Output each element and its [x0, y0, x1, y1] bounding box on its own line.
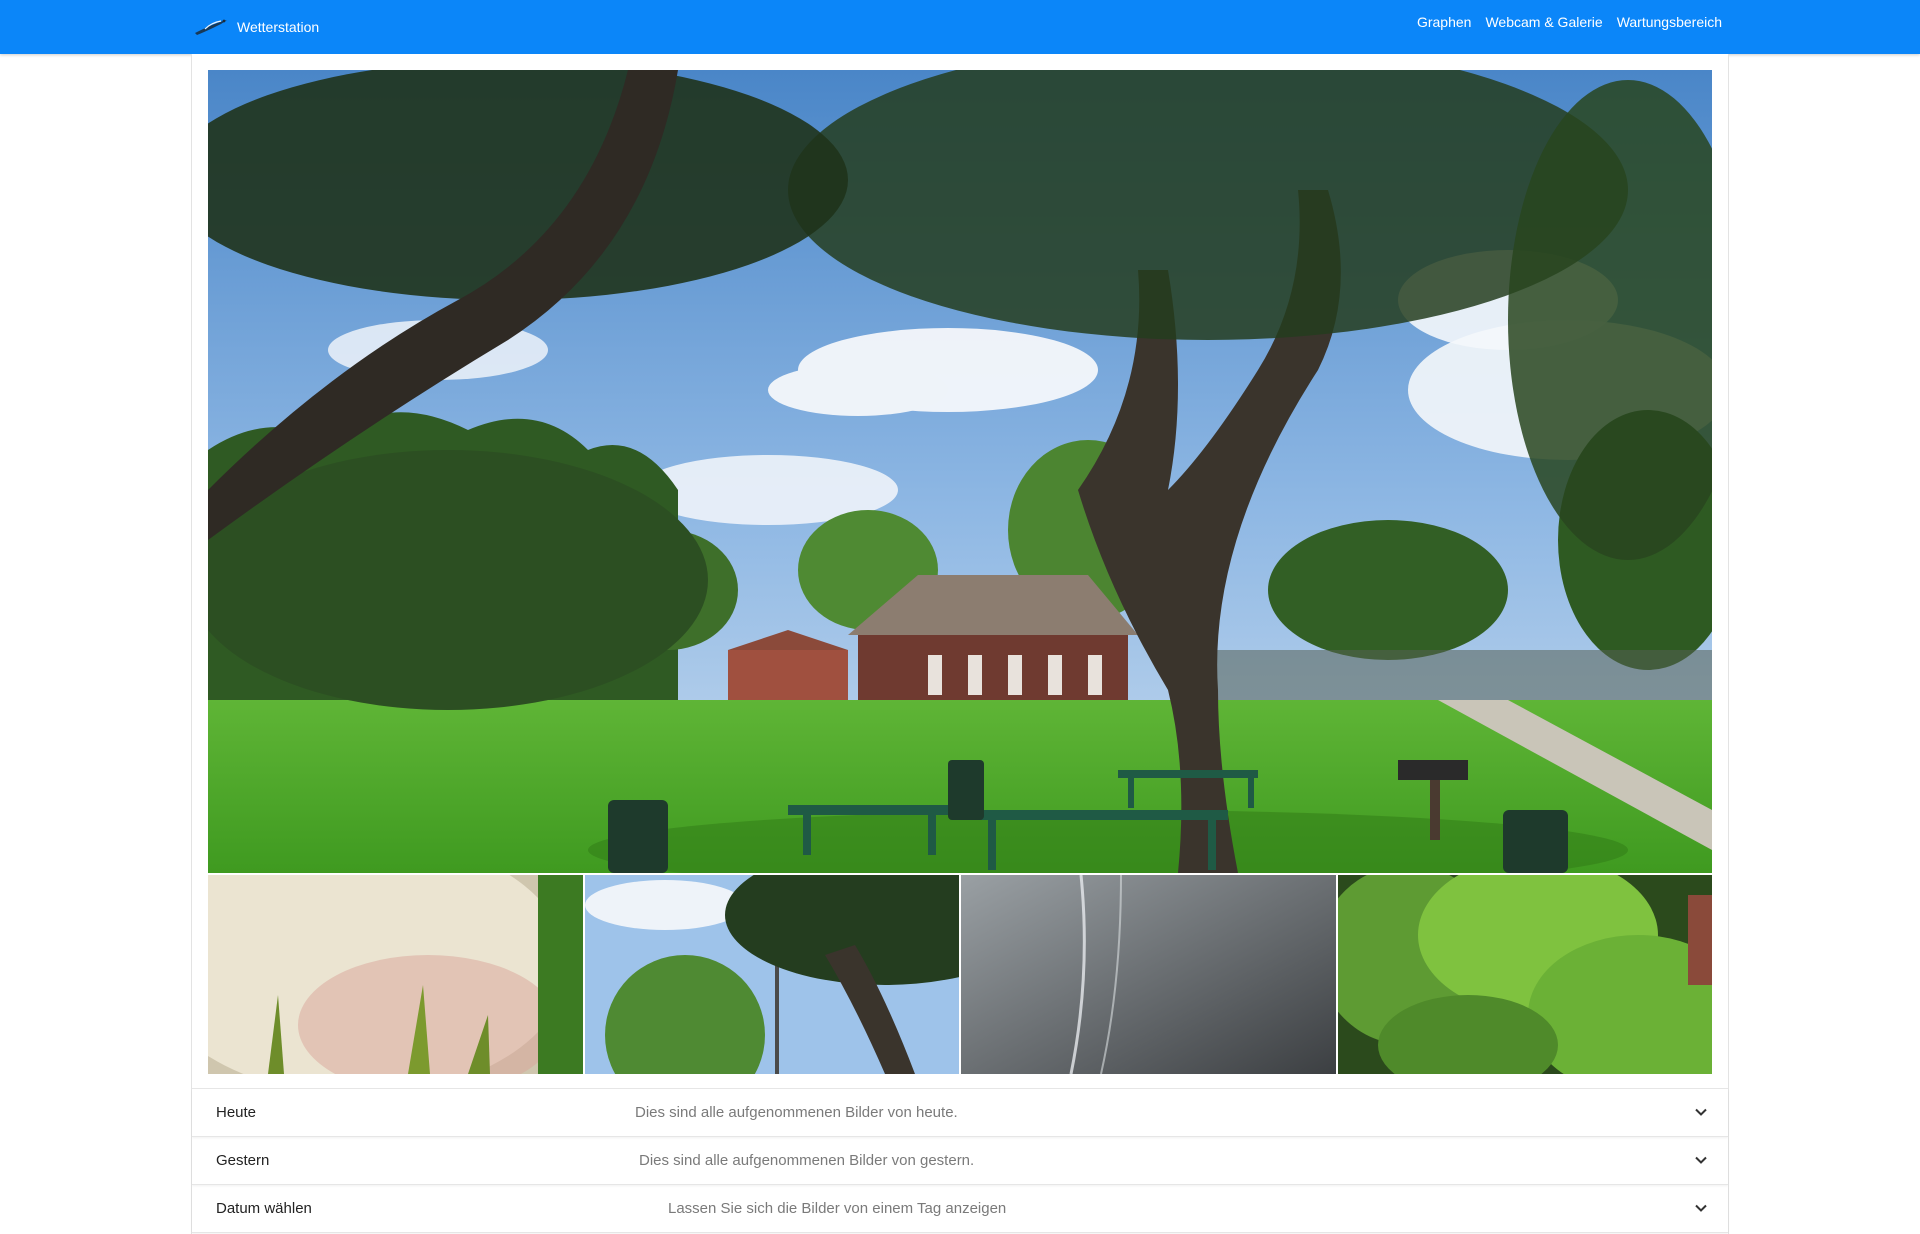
accordion-title: Gestern	[216, 1152, 270, 1169]
thumbnail-4[interactable]	[1337, 875, 1712, 1074]
accordion-row-gestern[interactable]: Gestern Dies sind alle aufgenommenen Bil…	[192, 1137, 1728, 1185]
brand-link[interactable]: Wetterstation	[193, 14, 319, 40]
chevron-down-icon[interactable]	[1694, 1105, 1708, 1119]
park-scene-illustration	[208, 70, 1712, 873]
nav-links: Graphen Webcam & Galerie Wartungsbereich	[1417, 14, 1722, 30]
accordion-description: Lassen Sie sich die Bilder von einem Tag…	[668, 1200, 1007, 1217]
accordion-row-heute[interactable]: Heute Dies sind alle aufgenommenen Bilde…	[192, 1089, 1728, 1137]
chevron-down-icon[interactable]	[1694, 1201, 1708, 1215]
bird-logo-icon	[195, 19, 227, 35]
nav-link-wartungsbereich[interactable]: Wartungsbereich	[1617, 14, 1722, 30]
accordion-description: Dies sind alle aufgenommenen Bilder von …	[639, 1152, 975, 1169]
foliage-illustration	[1337, 875, 1712, 1074]
accordion-title: Datum wählen	[216, 1200, 312, 1217]
main-webcam-image[interactable]	[208, 70, 1712, 873]
thumbnail-3[interactable]	[961, 875, 1336, 1074]
tree-sky-illustration	[584, 875, 959, 1074]
brand-name: Wetterstation	[237, 19, 320, 35]
blurry-lens-illustration	[961, 875, 1336, 1074]
thumbnail-2[interactable]	[584, 875, 959, 1074]
nav-link-graphen[interactable]: Graphen	[1417, 14, 1471, 30]
image-accordion: Heute Dies sind alle aufgenommenen Bilde…	[192, 1088, 1728, 1233]
nav-link-webcam-galerie[interactable]: Webcam & Galerie	[1485, 14, 1602, 30]
chevron-down-icon[interactable]	[1694, 1153, 1708, 1167]
thumbnail-strip	[208, 875, 1712, 1074]
accordion-row-datum-waehlen[interactable]: Datum wählen Lassen Sie sich die Bilder …	[192, 1185, 1728, 1233]
thumbnail-1[interactable]	[208, 875, 583, 1074]
accordion-title: Heute	[216, 1104, 257, 1121]
gallery-card: Heute Dies sind alle aufgenommenen Bilde…	[191, 54, 1729, 1234]
accordion-description: Dies sind alle aufgenommenen Bilder von …	[635, 1104, 958, 1121]
fur-closeup-illustration	[208, 875, 583, 1074]
top-navbar: Wetterstation Graphen Webcam & Galerie W…	[0, 0, 1920, 54]
